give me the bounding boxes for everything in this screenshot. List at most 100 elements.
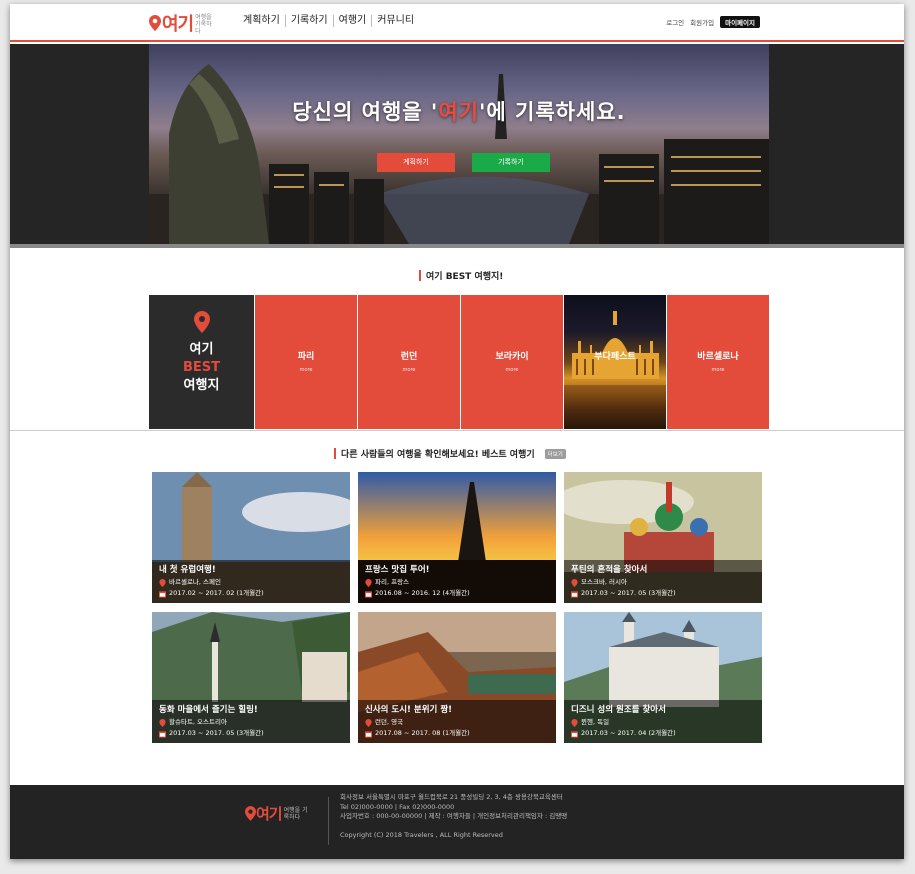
card-title: 프랑스 맛집 투어! (365, 565, 430, 575)
nav-record[interactable]: 기록하기 (284, 15, 333, 27)
card-info: 디즈니 성의 원조를 찾아서 뮌헨, 독일 2017.03 ~ 2017. 04… (564, 700, 762, 743)
location-pin-icon (571, 578, 578, 587)
card-place: 파리, 프랑스 (375, 578, 410, 586)
travelogue-card[interactable]: 프랑스 맛집 투어! 파리, 프랑스 2016.08 ~ 2016. 12 (4… (358, 472, 556, 603)
best-section-title: 여기 BEST 여행지! (419, 269, 503, 282)
card-info: 프랑스 맛집 투어! 파리, 프랑스 2016.08 ~ 2016. 12 (4… (358, 560, 556, 603)
footer-brand-name: 여기 (256, 805, 283, 823)
best-tile-boracay[interactable]: 보라카이 more (460, 295, 563, 429)
site-footer: 여기 여행을 기록하다 회사정보 서울특별시 마포구 월드컵북로 21 풍성빌딩… (10, 785, 904, 859)
location-pin-icon (159, 718, 166, 727)
brand-name: 여기 (162, 14, 194, 35)
best-destinations-grid: 여기 BEST 여행지 파리 more 런던 more 보라카이 more 부다… (149, 295, 769, 429)
calendar-icon (159, 590, 166, 597)
card-place: 바르셀로나, 스페인 (169, 578, 221, 586)
best-lead-tile: 여기 BEST 여행지 (149, 295, 254, 429)
best-tile-name: 부다페스트 (594, 352, 636, 362)
location-pin-icon (159, 578, 166, 587)
card-period: 2017.08 ~ 2017. 08 (1개월간) (375, 729, 470, 737)
best-tile-london[interactable]: 런던 more (357, 295, 460, 429)
travelogue-card[interactable]: 신사의 도시! 분위기 짱! 런던, 영국 2017.08 ~ 2017. 08… (358, 612, 556, 743)
location-pin-icon (193, 311, 210, 333)
footer-contact: Tel 02)000-0000 | Fax 02)000-0000 (340, 802, 455, 811)
best-tile-paris[interactable]: 파리 more (254, 295, 357, 429)
card-title: 디즈니 성의 원조를 찾아서 (571, 705, 666, 715)
best-tile-more: more (505, 367, 519, 373)
travelogue-card[interactable]: 동화 마을에서 즐기는 힐링! 할슈타트, 오스트리아 2017.03 ~ 20… (152, 612, 350, 743)
card-place: 할슈타트, 오스트리아 (169, 718, 227, 726)
best-tile-name: 바르셀로나 (697, 352, 739, 362)
mypage-button[interactable]: 마이페이지 (720, 16, 760, 28)
card-period: 2017.03 ~ 2017. 05 (3개월간) (581, 589, 676, 597)
footer-logo[interactable]: 여기 여행을 기록하다 (245, 803, 308, 824)
travelogue-card[interactable]: 내 첫 유럽여행! 바르셀로나, 스페인 2017.02 ~ 2017. 02 … (152, 472, 350, 603)
brand-tagline: 여행을 기록하다 (195, 13, 212, 35)
footer-separator (328, 797, 329, 845)
main-nav: 계획하기 기록하기 여행기 커뮤니티 (243, 15, 419, 27)
location-pin-icon (245, 806, 256, 821)
card-period: 2017.03 ~ 2017. 04 (2개월간) (581, 729, 676, 737)
best-tile-more: more (299, 367, 313, 373)
section-divider (10, 430, 904, 431)
best-lead-line2: BEST (182, 360, 221, 375)
card-title: 신사의 도시! 분위기 짱! (365, 705, 453, 715)
card-info: 내 첫 유럽여행! 바르셀로나, 스페인 2017.02 ~ 2017. 02 … (152, 560, 350, 603)
travelogue-card[interactable]: 디즈니 성의 원조를 찾아서 뮌헨, 독일 2017.03 ~ 2017. 04… (564, 612, 762, 743)
page-frame: 여기 여행을 기록하다 계획하기 기록하기 여행기 커뮤니티 로그인 회원가입 … (10, 4, 904, 859)
budapest-parliament-image (564, 311, 666, 429)
nav-community[interactable]: 커뮤니티 (371, 15, 419, 27)
nav-plan[interactable]: 계획하기 (243, 15, 285, 27)
card-period: 2016.08 ~ 2016. 12 (4개월간) (375, 589, 470, 597)
best-tile-name: 런던 (400, 352, 418, 362)
card-place: 런던, 영국 (375, 718, 404, 726)
best-tile-more: more (402, 367, 416, 373)
card-place: 뮌헨, 독일 (581, 718, 610, 726)
footer-business-no: 사업자번호 : 000-00-00000 | 제작 : 여행자들 | 개인정보처… (340, 812, 568, 820)
calendar-icon (571, 590, 578, 597)
calendar-icon (571, 730, 578, 737)
location-pin-icon (365, 578, 372, 587)
signup-link[interactable]: 회원가입 (690, 17, 714, 27)
footer-company-info: 회사정보 서울특별시 마포구 월드컵북로 21 풍성빌딩 2, 3, 4층 쌍용… (340, 793, 567, 840)
card-info: 동화 마을에서 즐기는 힐링! 할슈타트, 오스트리아 2017.03 ~ 20… (152, 700, 350, 743)
location-pin-icon (365, 718, 372, 727)
best-tile-more: more (711, 367, 725, 373)
card-info: 푸틴의 흔적을 찾아서 모스크바, 러시아 2017.03 ~ 2017. 05… (564, 560, 762, 603)
card-info: 신사의 도시! 분위기 짱! 런던, 영국 2017.08 ~ 2017. 08… (358, 700, 556, 743)
login-link[interactable]: 로그인 (666, 17, 684, 27)
hero-plan-button[interactable]: 계획하기 (377, 153, 455, 172)
best-tile-name: 보라카이 (495, 352, 529, 362)
card-title: 내 첫 유럽여행! (159, 565, 216, 575)
travelogue-card[interactable]: 푸틴의 흔적을 찾아서 모스크바, 러시아 2017.03 ~ 2017. 05… (564, 472, 762, 603)
location-pin-icon (149, 15, 161, 31)
calendar-icon (365, 590, 372, 597)
footer-copyright: Copyright (C) 2018 Travelers , ALL Right… (340, 830, 503, 839)
best-lead-line3: 여행지 (183, 378, 220, 393)
best-lead-line1: 여기 (189, 342, 214, 357)
calendar-icon (365, 730, 372, 737)
hero-record-button[interactable]: 기록하기 (472, 153, 550, 172)
best-tile-name: 파리 (297, 352, 315, 362)
location-pin-icon (571, 718, 578, 727)
card-title: 푸틴의 흔적을 찾아서 (571, 565, 648, 575)
site-header: 여기 여행을 기록하다 계획하기 기록하기 여행기 커뮤니티 로그인 회원가입 … (10, 4, 904, 42)
card-title: 동화 마을에서 즐기는 힐링! (159, 705, 258, 715)
see-more-button[interactable]: 더보기 (544, 448, 566, 459)
card-place: 모스크바, 러시아 (581, 578, 627, 586)
hero-banner: 당신의 여행을 '여기'에 기록하세요. 계획하기 기록하기 (10, 44, 904, 244)
best-tile-budapest[interactable]: 부다페스트 more (563, 295, 666, 429)
card-period: 2017.03 ~ 2017. 05 (3개월간) (169, 729, 264, 737)
brand-logo[interactable]: 여기 여행을 기록하다 (149, 10, 217, 36)
nav-travelogue[interactable]: 여행기 (332, 15, 372, 27)
trips-section-title: 다른 사람들의 여행을 확인해보세요! 베스트 여행기 더보기 (334, 447, 566, 460)
hero-image: 당신의 여행을 '여기'에 기록하세요. 계획하기 기록하기 (149, 44, 769, 244)
paris-skyline-illustration (149, 64, 769, 244)
card-period: 2017.02 ~ 2017. 02 (1개월간) (169, 589, 264, 597)
hero-underline (10, 244, 904, 248)
footer-address: 회사정보 서울특별시 마포구 월드컵북로 21 풍성빌딩 2, 3, 4층 쌍용… (340, 793, 563, 801)
footer-brand-tagline: 여행을 기록하다 (283, 806, 308, 821)
best-tile-barcelona[interactable]: 바르셀로나 more (666, 295, 769, 429)
calendar-icon (159, 730, 166, 737)
hero-headline: 당신의 여행을 '여기'에 기록하세요. (292, 100, 626, 124)
utility-links: 로그인 회원가입 마이페이지 (660, 16, 760, 28)
